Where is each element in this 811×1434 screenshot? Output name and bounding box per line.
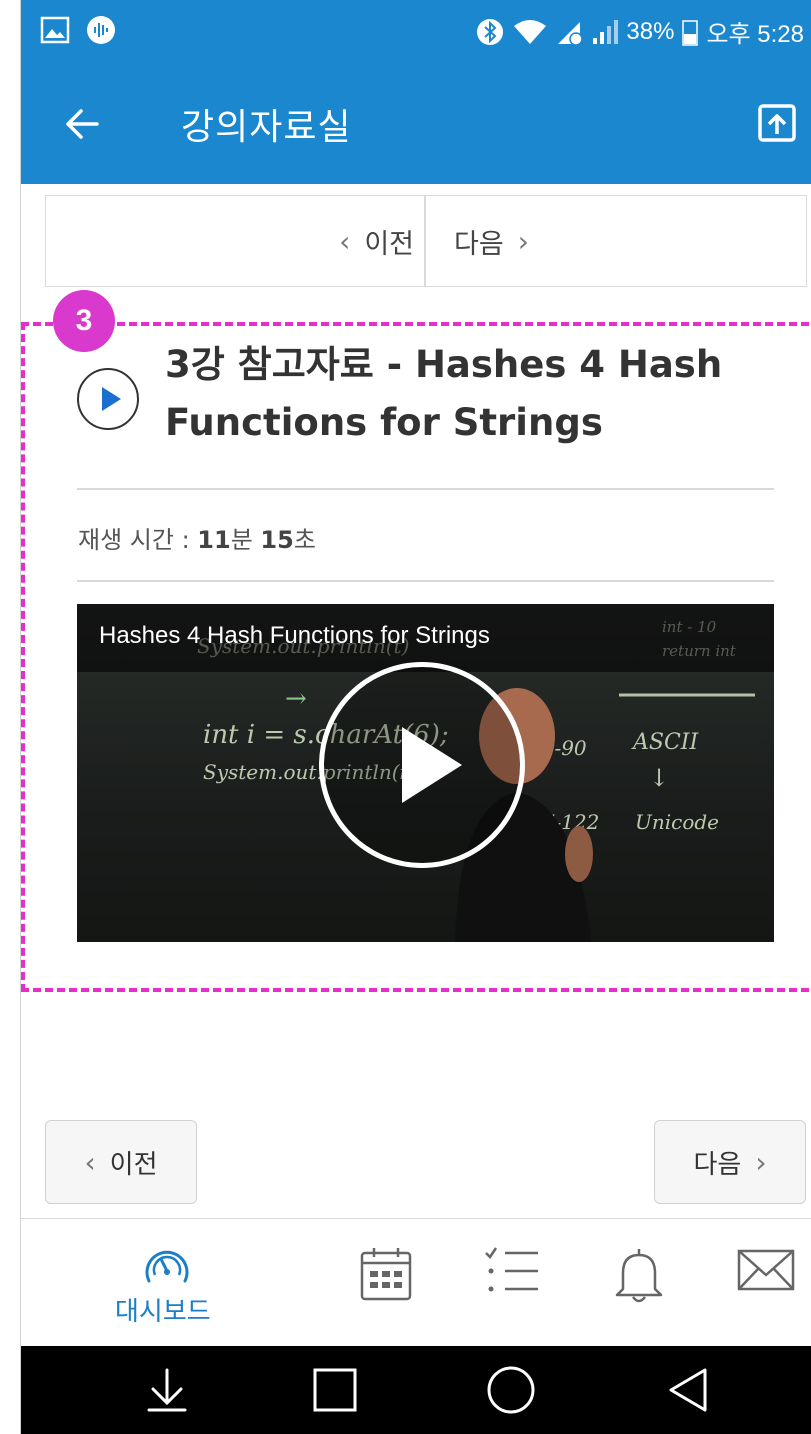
triangle-back-icon (669, 1368, 707, 1412)
divider (77, 488, 774, 490)
tab-calendar[interactable] (359, 1219, 419, 1347)
play-icon[interactable] (77, 368, 139, 430)
bottom-prev-label: 이전 (109, 1149, 158, 1180)
upload-button[interactable] (754, 100, 800, 146)
chevron-right-icon: › (755, 1145, 767, 1179)
clock: 오후 5:28 (706, 21, 804, 48)
chevron-left-icon: ‹ (84, 1145, 96, 1179)
chalk-writing: ASCII (633, 730, 699, 755)
chalk-line (619, 693, 755, 697)
pager-divider (424, 196, 426, 286)
duration-text: 재생 시간 : 11분 15초 (78, 520, 316, 555)
top-pager: ‹ 이전 다음 › (45, 195, 807, 287)
tab-inbox[interactable] (736, 1219, 796, 1347)
data-off-icon (558, 21, 584, 46)
gallery-icon (40, 16, 70, 44)
arrow-down-bar-icon (147, 1368, 187, 1412)
status-bar: 38% 오후 5:28 (21, 0, 811, 62)
nav-recents-button[interactable] (307, 1362, 363, 1418)
bell-icon (615, 1249, 663, 1303)
duration-seconds: 15 (260, 526, 294, 554)
video-play-icon[interactable] (319, 662, 525, 868)
chalk-arrow: → (285, 684, 307, 714)
duration-minutes: 11 (197, 526, 231, 554)
app-screen: 38% 오후 5:28 강의자료실 ‹ 이전 다음 › 3강 참고자료 - Ha… (20, 0, 811, 1434)
app-bar: 강의자료실 (21, 62, 811, 184)
mail-icon (737, 1249, 795, 1291)
circle-icon (487, 1366, 535, 1414)
chalk-writing: Unicode (635, 810, 720, 834)
battery-percent: 38% (626, 17, 675, 45)
wifi-icon (514, 19, 547, 44)
system-nav-bar (21, 1346, 811, 1434)
top-prev-button[interactable]: ‹ 이전 (339, 222, 414, 261)
seconds-unit: 초 (293, 526, 316, 554)
calendar-icon (360, 1248, 412, 1301)
divider (77, 580, 774, 582)
battery-icon (682, 19, 699, 46)
bottom-prev-button[interactable]: ‹ 이전 (45, 1120, 197, 1204)
top-next-button[interactable]: 다음 › (454, 222, 529, 261)
nav-home-button[interactable] (483, 1362, 539, 1418)
back-button[interactable] (59, 102, 109, 146)
audio-app-icon (87, 16, 115, 44)
top-next-label: 다음 (454, 229, 504, 260)
bottom-tab-bar: 대시보드 (21, 1218, 811, 1346)
chevron-right-icon: › (517, 225, 529, 258)
bottom-next-label: 다음 (693, 1149, 742, 1180)
square-icon (313, 1368, 357, 1412)
signal-icon (593, 19, 619, 44)
tab-dashboard-label: 대시보드 (115, 1297, 211, 1327)
duration-label: 재생 시간 : (78, 526, 198, 554)
top-prev-label: 이전 (364, 229, 414, 260)
upload-icon (758, 104, 796, 142)
dashboard-icon (145, 1250, 189, 1283)
tab-notifications[interactable] (613, 1219, 673, 1347)
bluetooth-icon (477, 18, 504, 45)
lecture-title: 3강 참고자료 - Hashes 4 Hash Functions for St… (165, 343, 723, 444)
step-badge: 3 (53, 290, 115, 352)
chevron-left-icon: ‹ (339, 225, 351, 258)
nav-back-button[interactable] (661, 1362, 717, 1418)
chalk-writing: ↓ (649, 764, 670, 792)
tab-dashboard[interactable]: 대시보드 (101, 1219, 233, 1347)
nav-download-button[interactable] (139, 1362, 195, 1418)
tab-todo[interactable] (483, 1219, 543, 1347)
minutes-unit: 분 (230, 526, 261, 554)
page-title: 강의자료실 (181, 107, 352, 148)
arrow-left-icon (66, 109, 99, 139)
video-player[interactable]: System.out.println(t) → int i = s.charAt… (77, 604, 774, 942)
bottom-next-button[interactable]: 다음 › (654, 1120, 806, 1204)
todo-list-icon (485, 1247, 538, 1292)
video-title: Hashes 4 Hash Functions for Strings (99, 622, 490, 649)
